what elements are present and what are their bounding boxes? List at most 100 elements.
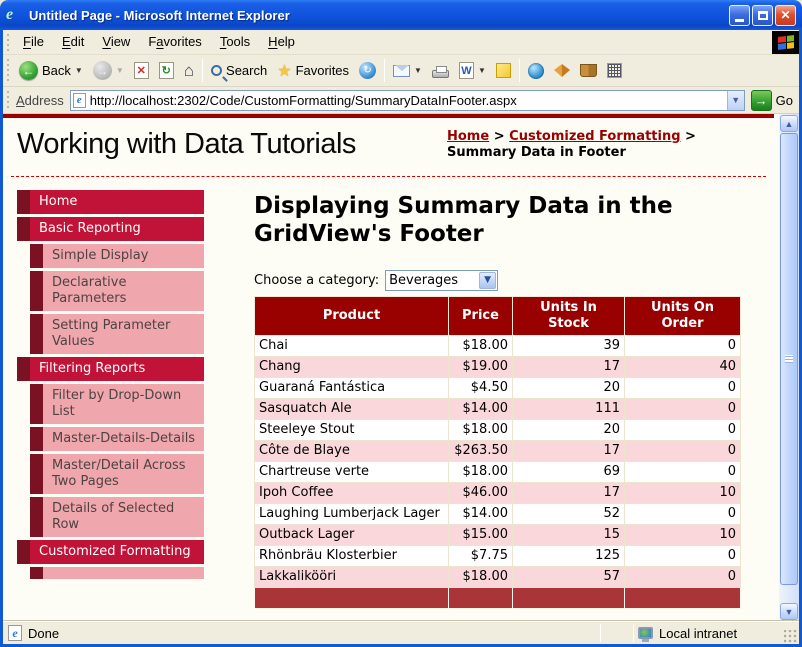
product-cell: Chai <box>255 336 449 357</box>
value-cell: 0 <box>625 399 741 420</box>
sidebar-item-master-detail-across-two-pages[interactable]: Master/Detail Across Two Pages <box>30 454 204 494</box>
mail-dropdown-icon[interactable]: ▼ <box>414 66 422 75</box>
value-cell: 20 <box>513 378 625 399</box>
site-title: Working with Data Tutorials <box>17 128 356 161</box>
toolbar-grip[interactable] <box>6 33 11 51</box>
refresh-icon: ↻ <box>159 62 174 79</box>
sidebar-item-label: Declarative Parameters <box>43 271 204 311</box>
sidebar-item-simple-display[interactable]: Simple Display <box>30 244 204 268</box>
value-cell: $14.00 <box>449 504 513 525</box>
address-dropdown-button[interactable]: ▼ <box>727 91 744 110</box>
resize-grip[interactable] <box>784 630 798 644</box>
product-cell: Chartreuse verte <box>255 462 449 483</box>
product-cell: Ipoh Coffee <box>255 483 449 504</box>
sidebar-item-setting-parameter-values[interactable]: Setting Parameter Values <box>30 314 204 354</box>
edit-dropdown-icon[interactable]: ▼ <box>478 66 486 75</box>
maximize-button[interactable] <box>752 5 773 26</box>
close-button[interactable]: ✕ <box>775 5 796 26</box>
forward-button[interactable]: → ▼ <box>88 59 129 82</box>
messenger-button[interactable] <box>549 62 575 79</box>
go-button[interactable]: → <box>751 90 772 111</box>
menu-favorites[interactable]: Favorites <box>139 31 210 52</box>
sidebar-item-declarative-parameters[interactable]: Declarative Parameters <box>30 271 204 311</box>
search-label: Search <box>226 63 267 78</box>
value-cell: 10 <box>625 483 741 504</box>
home-button[interactable]: ⌂ <box>179 59 199 83</box>
sidebar-item-label: Master/Detail Across Two Pages <box>43 454 204 494</box>
sidebar-item-label: Details of Selected Row <box>43 497 204 537</box>
sidebar-item-label: Customized Formatting <box>30 540 204 564</box>
menu-view[interactable]: View <box>93 31 139 52</box>
product-cell: Lakkalikööri <box>255 567 449 588</box>
address-input[interactable] <box>90 93 727 108</box>
sidebar-item-home[interactable]: Home <box>17 190 204 214</box>
products-gridview: ProductPriceUnits In StockUnits On Order… <box>254 296 741 609</box>
table-row: Côte de Blaye$263.50170 <box>255 441 741 462</box>
menu-file[interactable]: File <box>14 31 53 52</box>
column-header-price: Price <box>449 297 513 336</box>
toolbar-grip[interactable] <box>6 58 11 83</box>
refresh-button[interactable]: ↻ <box>154 60 179 81</box>
sidebar-item-partial[interactable] <box>30 567 204 579</box>
sidebar-item-filtering-reports[interactable]: Filtering Reports <box>17 357 204 381</box>
forward-dropdown-icon[interactable]: ▼ <box>116 66 124 75</box>
sidebar-item-filter-by-drop-down-list[interactable]: Filter by Drop-Down List <box>30 384 204 424</box>
gridview-footer-row <box>255 588 741 609</box>
go-label[interactable]: Go <box>776 93 793 108</box>
value-cell: 0 <box>625 504 741 525</box>
breadcrumb-link-customized-formatting[interactable]: Customized Formatting <box>509 129 680 144</box>
back-dropdown-icon[interactable]: ▼ <box>75 66 83 75</box>
word-icon: W <box>459 62 474 79</box>
value-cell: $18.00 <box>449 420 513 441</box>
value-cell: $263.50 <box>449 441 513 462</box>
binary-tool-button[interactable] <box>602 61 627 80</box>
value-cell: 17 <box>513 483 625 504</box>
value-cell: 69 <box>513 462 625 483</box>
print-button[interactable] <box>427 62 454 80</box>
mail-button[interactable]: ▼ <box>388 63 427 79</box>
page-title: Displaying Summary Data in the GridView'… <box>254 192 734 248</box>
back-button[interactable]: ← Back ▼ <box>14 59 88 82</box>
toolbar-separator <box>202 59 203 82</box>
scrollbar-thumb[interactable] <box>780 133 798 585</box>
product-cell: Chang <box>255 357 449 378</box>
address-label: Address <box>16 93 64 108</box>
local-intranet-icon <box>638 627 653 639</box>
favorites-button[interactable]: ★ Favorites <box>272 59 354 83</box>
toolbar-grip[interactable] <box>6 90 11 110</box>
sidebar-item-label: Home <box>30 190 204 214</box>
vertical-scrollbar[interactable]: ▲ ▼ <box>779 114 799 621</box>
menu-tools[interactable]: Tools <box>211 31 259 52</box>
search-button[interactable]: Search <box>206 61 272 80</box>
sidebar-item-customized-formatting[interactable]: Customized Formatting <box>17 540 204 564</box>
notes-button[interactable] <box>491 61 516 80</box>
category-select[interactable]: Beverages ▼ <box>385 270 498 291</box>
scroll-up-button[interactable]: ▲ <box>780 115 798 132</box>
value-cell: 0 <box>625 546 741 567</box>
sidebar-item-details-of-selected-row[interactable]: Details of Selected Row <box>30 497 204 537</box>
browser-window: e Untitled Page - Microsoft Internet Exp… <box>0 0 802 647</box>
edit-with-word-button[interactable]: W ▼ <box>454 60 491 81</box>
research-book-icon <box>580 64 597 77</box>
menu-edit[interactable]: Edit <box>53 31 93 52</box>
sidebar-item-label: Master-Details-Details <box>43 427 204 451</box>
sidebar-item-master-details-details[interactable]: Master-Details-Details <box>30 427 204 451</box>
product-cell: Steeleye Stout <box>255 420 449 441</box>
title-bar[interactable]: e Untitled Page - Microsoft Internet Exp… <box>0 0 802 30</box>
history-button[interactable]: ↻ <box>354 60 381 81</box>
menu-help[interactable]: Help <box>259 31 304 52</box>
table-row: Sasquatch Ale$14.001110 <box>255 399 741 420</box>
research-button[interactable] <box>575 62 602 79</box>
breadcrumb-link-home[interactable]: Home <box>447 129 489 144</box>
minimize-button[interactable] <box>729 5 750 26</box>
scroll-down-button[interactable]: ▼ <box>780 603 798 620</box>
stop-button[interactable]: ✕ <box>129 60 154 81</box>
favorites-label: Favorites <box>296 63 349 78</box>
chevron-down-icon[interactable]: ▼ <box>479 272 496 289</box>
sidebar-item-basic-reporting[interactable]: Basic Reporting <box>17 217 204 241</box>
notes-icon <box>496 63 511 78</box>
product-cell: Laughing Lumberjack Lager <box>255 504 449 525</box>
sidebar-accent <box>30 384 43 424</box>
value-cell: $46.00 <box>449 483 513 504</box>
web-discuss-button[interactable] <box>523 61 549 81</box>
